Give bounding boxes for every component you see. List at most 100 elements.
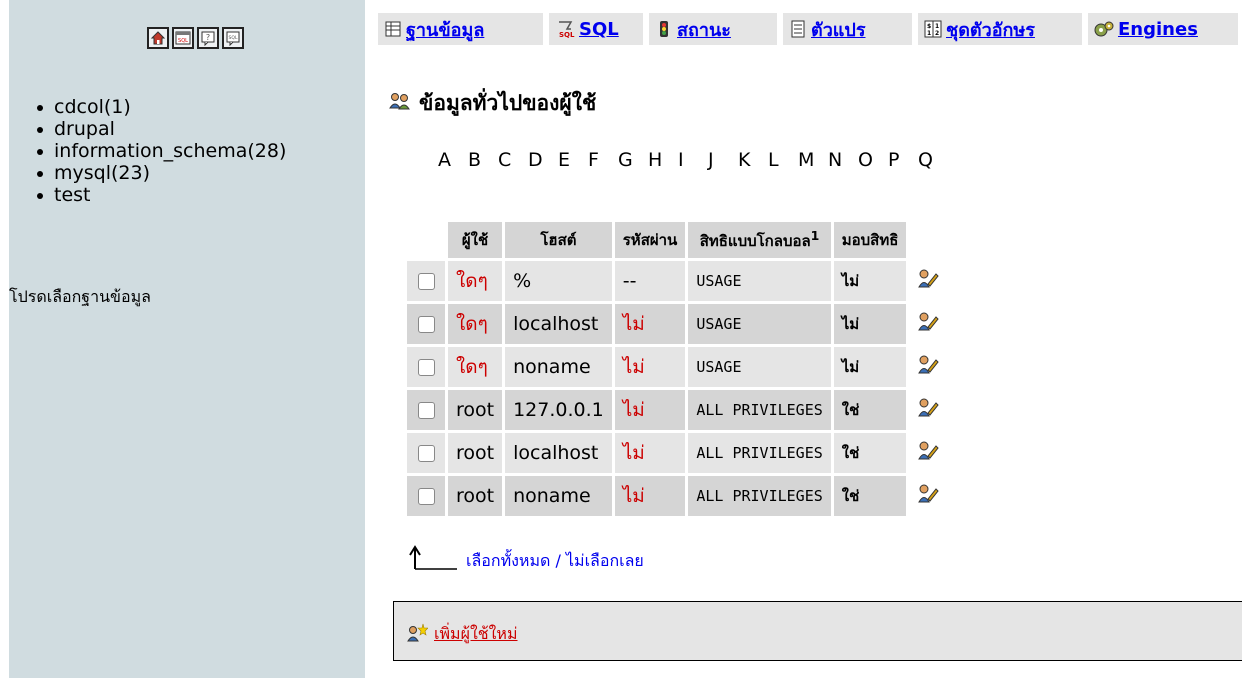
cell-password: ไม่ [614, 433, 686, 473]
cell-grant: ไม่ [833, 304, 907, 344]
tab-variables[interactable]: ตัวแปร [783, 12, 912, 45]
row-checkbox[interactable] [417, 402, 435, 419]
uncheck-all-link[interactable]: ไม่เลือกเลย [566, 551, 644, 570]
cell-host: localhost [505, 433, 612, 473]
letter-link[interactable]: L [768, 149, 798, 171]
letter-link[interactable]: M [798, 149, 828, 171]
letter-link[interactable]: O [858, 149, 888, 171]
row-checkbox[interactable] [417, 316, 435, 333]
database-name: mysql [54, 162, 111, 184]
add-user-link[interactable]: เพิ่มผู้ใช้ใหม่ [406, 622, 518, 647]
cell-password: ไม่ [614, 476, 686, 516]
row-checkbox[interactable] [417, 359, 435, 376]
row-checkbox[interactable] [417, 488, 435, 505]
row-checkbox[interactable] [417, 445, 435, 462]
database-link[interactable]: drupal [54, 118, 115, 140]
letter-link[interactable]: I [678, 149, 708, 171]
tab-databases[interactable]: ฐานข้อมูล [378, 12, 543, 45]
header-host: โฮสต์ [505, 222, 612, 258]
database-item-mysql[interactable]: mysql(23) [36, 162, 286, 184]
letter-link[interactable]: A [438, 149, 468, 171]
database-link[interactable]: cdcol(1) [54, 96, 131, 118]
letter-link[interactable]: D [528, 149, 558, 171]
sql-query-icon[interactable]: SQL [172, 27, 194, 49]
table-row: root localhost ไม่ ALL PRIVILEGES ใช่ [407, 433, 976, 473]
header-user: ผู้ใช้ [448, 222, 503, 258]
add-user-fieldset: เพิ่มผู้ใช้ใหม่ [393, 601, 1242, 661]
tab-label: ฐานข้อมูล [406, 19, 485, 41]
check-all-link[interactable]: เลือกทั้งหมด [466, 551, 550, 570]
letter-link[interactable]: G [618, 149, 648, 171]
tab-charsets[interactable]: $1 1 2 ชุดตัวอักษร [918, 12, 1082, 45]
svg-text:SQL: SQL [559, 31, 575, 38]
edit-privileges-icon[interactable] [909, 433, 976, 473]
sql-icon: SQL [555, 20, 575, 38]
letter-link[interactable]: Q [918, 149, 948, 171]
letter-link[interactable]: H [648, 149, 678, 171]
edit-privileges-icon[interactable] [909, 304, 976, 344]
letter-link[interactable]: N [828, 149, 858, 171]
header-edit-col [909, 222, 975, 258]
edit-privileges-icon[interactable] [909, 261, 976, 301]
row-checkbox-cell [407, 347, 445, 387]
svg-text:2: 2 [935, 30, 939, 37]
engines-icon [1094, 20, 1114, 38]
tab-sql[interactable]: SQL SQL [549, 12, 643, 45]
row-checkbox-cell [407, 476, 445, 516]
database-item-cdcol[interactable]: cdcol(1) [36, 96, 286, 118]
selection-links: เลือกทั้งหมด / ไม่เลือกเลย [466, 549, 644, 574]
table-count: (28) [247, 140, 287, 162]
cell-host: 127.0.0.1 [505, 390, 612, 430]
letter-link[interactable]: E [558, 149, 588, 171]
selection-separator: / [550, 551, 566, 570]
edit-privileges-icon[interactable] [909, 390, 976, 430]
database-name: cdcol [54, 96, 104, 118]
database-item-information-schema[interactable]: information_schema(28) [36, 140, 286, 162]
tab-label: Engines [1118, 18, 1198, 40]
tab-status[interactable]: สถานะ [649, 12, 777, 45]
edit-privileges-icon[interactable] [909, 347, 976, 387]
tab-label: ชุดตัวอักษร [946, 19, 1035, 41]
row-checkbox-cell [407, 261, 445, 301]
letter-link[interactable]: F [588, 149, 618, 171]
sql-docs-icon[interactable]: SQL [222, 27, 244, 49]
cell-user: root [448, 433, 503, 473]
users-table: ผู้ใช้ โฮสต์ รหัสผ่าน สิทธิแบบโกลบอล1 มอ… [404, 219, 978, 519]
cell-password: ไม่ [614, 347, 686, 387]
cell-privileges: ALL PRIVILEGES [688, 433, 831, 473]
header-password: รหัสผ่าน [614, 222, 686, 258]
cell-user: ใดๆ [448, 347, 503, 387]
cell-host: noname [505, 347, 612, 387]
home-icon[interactable] [147, 27, 169, 49]
database-link[interactable]: information_schema(28) [54, 140, 286, 162]
cell-grant: ใช่ [833, 433, 907, 473]
cell-user: root [448, 476, 503, 516]
database-link[interactable]: mysql(23) [54, 162, 150, 184]
svg-text:SQL: SQL [178, 38, 188, 44]
header-grant: มอบสิทธิ [833, 222, 907, 258]
letter-link[interactable]: P [888, 149, 918, 171]
database-link[interactable]: test [54, 184, 91, 206]
tab-label: SQL [579, 18, 619, 40]
database-name: information_schema [54, 140, 248, 162]
header-checkbox-col [407, 222, 445, 258]
letter-link[interactable]: J [708, 149, 738, 171]
database-name: drupal [54, 118, 115, 140]
letter-link[interactable]: B [468, 149, 498, 171]
letter-link[interactable]: C [498, 149, 528, 171]
edit-privileges-icon[interactable] [909, 476, 976, 516]
header-global-privileges-label: สิทธิแบบโกลบอล [699, 231, 811, 250]
letter-link[interactable]: K [738, 149, 768, 171]
help-icon[interactable]: ? [197, 27, 219, 49]
top-tab-bar: ฐานข้อมูล SQL SQL สถานะ ตัวแปร $1 1 2 ชุดต… [378, 0, 1242, 48]
cell-user: ใดๆ [448, 304, 503, 344]
tab-engines[interactable]: Engines [1088, 12, 1238, 45]
tab-label: สถานะ [677, 19, 731, 41]
database-item-test[interactable]: test [36, 184, 286, 206]
table-count: (23) [111, 162, 151, 184]
selection-arrow-icon [407, 545, 459, 575]
database-item-drupal[interactable]: drupal [36, 118, 286, 140]
database-name: test [54, 184, 91, 206]
cell-grant: ใช่ [833, 390, 907, 430]
row-checkbox[interactable] [417, 273, 435, 290]
